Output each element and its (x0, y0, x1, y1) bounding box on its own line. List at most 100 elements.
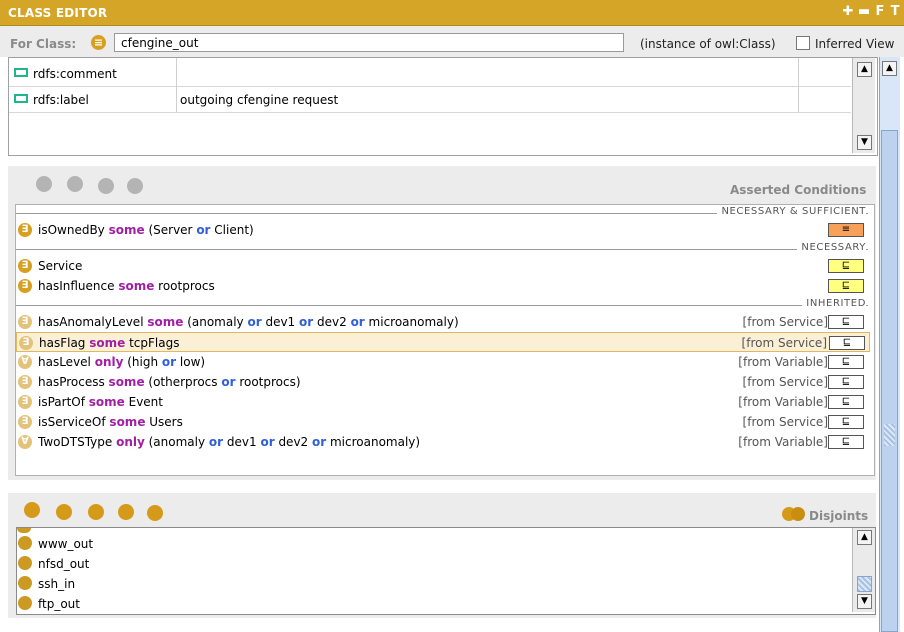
condition-expression: hasProcess some (otherprocs or rootprocs… (38, 375, 301, 389)
class-icon (18, 536, 32, 550)
annotation-row[interactable]: rdfs:label outgoing cfengine request (9, 87, 851, 113)
float-button[interactable]: F (873, 4, 887, 19)
condition-expression: isPartOf some Event (38, 395, 163, 409)
subclass-relation-icon[interactable]: ⊑ (828, 395, 864, 409)
expression-text: Users (145, 415, 183, 429)
subclass-relation-icon[interactable]: ⊑ (828, 315, 864, 329)
condition-row[interactable]: ∃ hasProcess some (otherprocs or rootproc… (16, 372, 870, 392)
equivalent-class-icon: ∃ (18, 259, 32, 273)
subclass-relation-icon[interactable]: ⊑ (828, 279, 864, 293)
operator-keyword: or (350, 315, 365, 329)
create-restriction-icon[interactable] (36, 176, 52, 192)
operator-keyword: or (221, 375, 236, 389)
asserted-conditions-title: Asserted Conditions (730, 183, 867, 197)
condition-expression: hasFlag some tcpFlags (39, 336, 179, 350)
scroll-down-arrow-icon[interactable]: ▼ (857, 135, 872, 150)
expression-text: dev1 (223, 435, 261, 449)
subclass-relation-icon[interactable]: ⊑ (829, 336, 865, 350)
annotation-row[interactable]: rdfs:comment (9, 61, 851, 87)
window-title: CLASS EDITOR (8, 6, 108, 20)
delete-disjoint-icon[interactable] (147, 505, 163, 521)
existential-icon: ∃ (18, 315, 32, 329)
inferred-view-checkbox[interactable] (796, 36, 810, 50)
quantifier-keyword: some (118, 279, 155, 293)
tab-button[interactable]: T (888, 4, 902, 19)
condition-row[interactable]: ∃ Service ⊑ (16, 256, 870, 276)
add-named-class-icon[interactable] (98, 178, 114, 194)
expression-text: Event (124, 395, 163, 409)
section-header-label: NECESSARY (797, 242, 866, 253)
condition-row[interactable]: ∀ hasLevel only (high or low) [from Variab… (16, 352, 870, 372)
add-all-siblings-icon[interactable] (88, 504, 104, 520)
section-header-label: NECESSARY & SUFFICIENT (717, 206, 866, 217)
expression-text: (Server (144, 223, 197, 237)
editor-scrollbar-thumb[interactable] (881, 130, 898, 632)
condition-row[interactable]: ∀ TwoDTSType only (anomaly or dev1 or dev… (16, 432, 870, 452)
condition-expression: TwoDTSType only (anomaly or dev1 or dev2… (38, 435, 420, 449)
expression-text: rootprocs) (235, 375, 301, 389)
disjoint-class-item[interactable]: ftp_out (18, 594, 848, 614)
expression-text: Service (38, 259, 83, 273)
condition-row[interactable]: ∃ hasAnomalyLevel some (anomaly or dev1 o… (16, 312, 870, 332)
expression-text: tcpFlags (125, 336, 180, 350)
disjoint-class-item[interactable]: ssh_in (18, 574, 848, 594)
disjoint-class-item[interactable]: www_out (18, 534, 848, 554)
disjoint-class-name: ftp_out (38, 597, 80, 611)
class-name-field[interactable]: cfengine_out (114, 33, 624, 52)
condition-expression: isServiceOf some Users (38, 415, 183, 429)
inferred-view-label: Inferred View (815, 37, 895, 51)
disjoint-class-item[interactable]: nfsd_out (18, 554, 848, 574)
annotation-property: rdfs:label (33, 93, 89, 107)
operator-keyword: or (260, 435, 275, 449)
condition-row[interactable]: ∃ isServiceOf some Users [from Service] ⊑ (16, 412, 870, 432)
column-divider (176, 58, 177, 112)
subclass-relation-icon[interactable]: ⊑ (828, 435, 864, 449)
scrollbar-thumb[interactable] (857, 576, 872, 592)
condition-row[interactable]: ∃ hasInfluence some rootprocs ⊑ (16, 276, 870, 296)
condition-row[interactable]: ∃ isOwnedBy some (Server or Client) ≡ (16, 220, 870, 240)
equivalent-relation-icon[interactable]: ≡ (828, 223, 864, 237)
section-divider (16, 305, 868, 306)
remove-class-icon[interactable] (127, 178, 143, 194)
scroll-up-arrow-icon[interactable]: ▲ (857, 530, 872, 545)
quantifier-keyword: some (108, 375, 145, 389)
expression-text: low) (176, 355, 206, 369)
expression-text: (anomaly (144, 435, 209, 449)
subclass-relation-icon[interactable]: ⊑ (828, 355, 864, 369)
add-disjoint-expression-icon[interactable] (56, 504, 72, 520)
operator-keyword: or (161, 355, 177, 369)
operator-keyword: or (299, 315, 314, 329)
quantifier-keyword: some (147, 315, 184, 329)
create-expression-icon[interactable] (67, 176, 83, 192)
condition-row[interactable]: ∃ hasFlag some tcpFlags [from Service] ⊑ (16, 332, 870, 352)
scroll-down-arrow-icon[interactable]: ▼ (857, 594, 872, 609)
operator-keyword: or (312, 435, 327, 449)
existential-icon: ∃ (18, 415, 32, 429)
section-header: NECESSARY (16, 242, 868, 256)
scroll-up-arrow-icon[interactable]: ▲ (857, 62, 872, 77)
inherited-from-label: [from Service] (742, 315, 828, 329)
add-view-button[interactable]: ✚ (841, 4, 855, 19)
expression-text: Client) (210, 223, 254, 237)
subclass-relation-icon[interactable]: ⊑ (828, 375, 864, 389)
disjoint-class-name: ssh_in (38, 577, 76, 591)
minimize-button[interactable]: ▬ (857, 4, 871, 19)
inherited-from-label: [from Service] (742, 415, 828, 429)
subclass-relation-icon[interactable]: ⊑ (828, 415, 864, 429)
annotation-property-icon (14, 94, 28, 103)
class-icon (18, 576, 32, 590)
operator-keyword: or (247, 315, 262, 329)
quantifier-keyword: some (89, 336, 126, 350)
existential-icon: ∃ (18, 375, 32, 389)
expression-text: (high (123, 355, 162, 369)
add-disjoint-class-icon[interactable] (24, 502, 40, 518)
expression-text: isPartOf (38, 395, 89, 409)
expression-text: rootprocs (154, 279, 215, 293)
subclass-relation-icon[interactable]: ⊑ (828, 259, 864, 273)
condition-row[interactable]: ∃ isPartOf some Event [from Variable] ⊑ (16, 392, 870, 412)
remove-all-siblings-icon[interactable] (118, 504, 134, 520)
title-bar (0, 0, 904, 26)
scroll-up-arrow-icon[interactable]: ▲ (882, 61, 897, 76)
quantifier-keyword: only (116, 435, 145, 449)
operator-keyword: or (208, 435, 224, 449)
